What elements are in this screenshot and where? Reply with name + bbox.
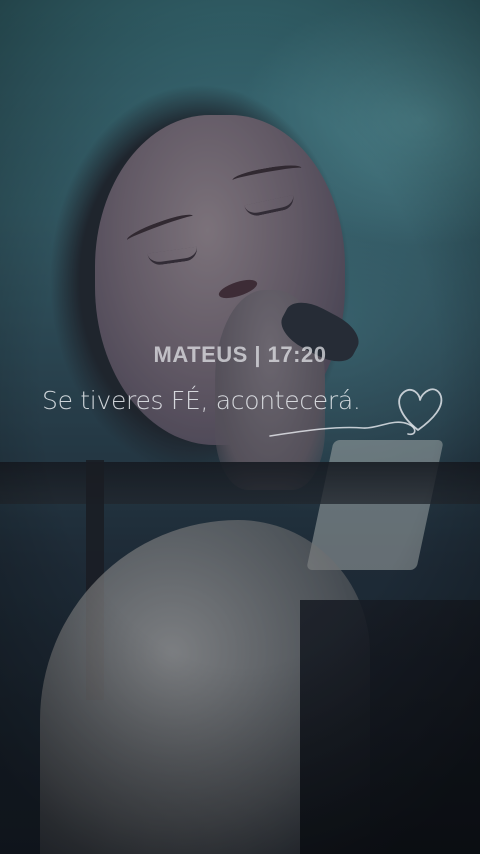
photo-background: MATEUS | 17:20 Se tiveres FÉ, acontecerá… [0,0,480,854]
verse-reference: MATEUS | 17:20 [153,342,327,367]
heart-outline-icon [269,388,443,437]
